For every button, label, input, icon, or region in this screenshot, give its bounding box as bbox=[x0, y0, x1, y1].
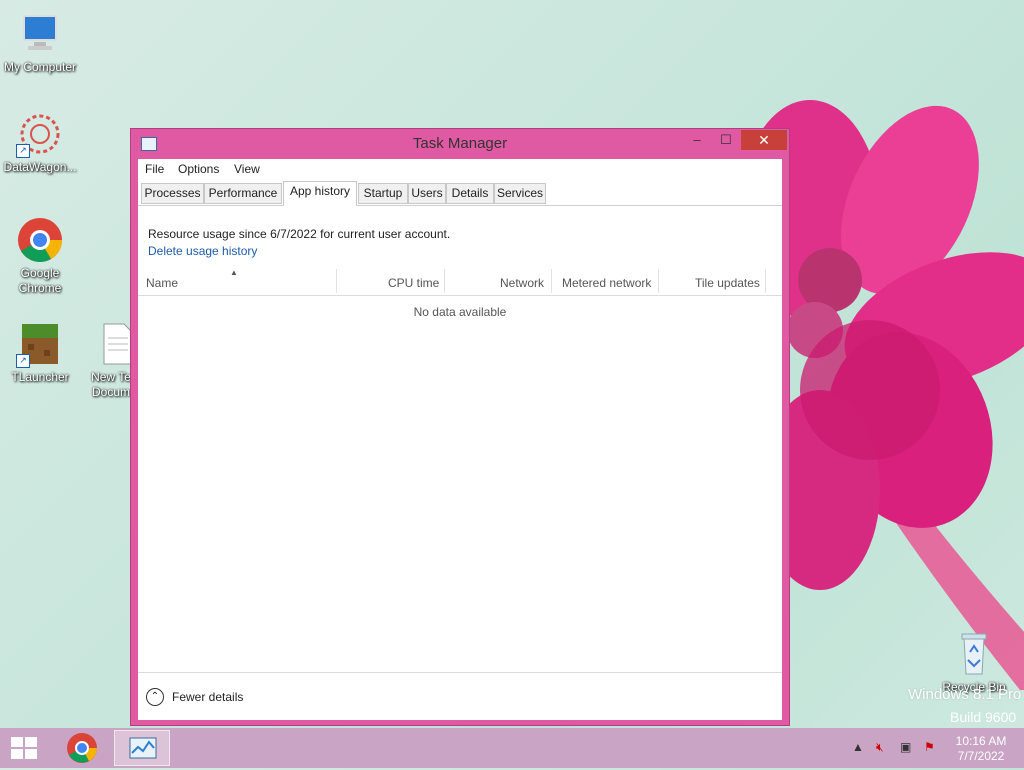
column-cpu-time[interactable]: CPU time bbox=[388, 276, 439, 290]
task-manager-icon bbox=[129, 737, 157, 759]
tab-performance[interactable]: Performance bbox=[204, 183, 282, 204]
delete-usage-history-link[interactable]: Delete usage history bbox=[148, 244, 257, 258]
desktop-icon-datawagon[interactable]: ↗ DataWagon... bbox=[0, 110, 80, 175]
recycle-bin-icon bbox=[950, 630, 998, 678]
menu-file[interactable]: File bbox=[145, 162, 164, 176]
menu-options[interactable]: Options bbox=[178, 162, 219, 176]
tab-processes[interactable]: Processes bbox=[141, 183, 204, 204]
chrome-icon bbox=[67, 733, 97, 763]
action-center-icon[interactable]: ⚑ bbox=[924, 740, 935, 754]
desktop-icon-label: Google Chrome bbox=[18, 266, 62, 295]
column-metered-network[interactable]: Metered network bbox=[562, 276, 651, 290]
volume-muted-icon[interactable]: 🔇︎ bbox=[876, 740, 884, 755]
tab-details[interactable]: Details bbox=[446, 183, 494, 204]
desktop-icon-label: My Computer bbox=[3, 60, 77, 74]
tab-services[interactable]: Services bbox=[494, 183, 546, 204]
tab-startup[interactable]: Startup bbox=[358, 183, 408, 204]
build-watermark: Build 9600 bbox=[950, 709, 1017, 725]
shortcut-arrow-icon: ↗ bbox=[16, 144, 30, 158]
clock-date: 7/7/2022 bbox=[957, 749, 1005, 763]
column-divider[interactable] bbox=[444, 269, 445, 293]
clock-time: 10:16 AM bbox=[955, 734, 1007, 748]
menu-bar: File Options View bbox=[138, 159, 782, 179]
taskbar: ▲ 🔇︎ ▣ ⚑ 10:16 AM 7/7/2022 bbox=[0, 728, 1024, 768]
datawagon-icon: ↗ bbox=[16, 110, 64, 158]
shortcut-arrow-icon: ↗ bbox=[16, 354, 30, 368]
taskbar-task-manager[interactable] bbox=[114, 730, 170, 766]
column-divider[interactable] bbox=[658, 269, 659, 293]
fewer-details-button[interactable]: Fewer details bbox=[172, 690, 243, 704]
desktop-icon-label: TLauncher bbox=[11, 370, 69, 384]
clock[interactable]: 10:16 AM 7/7/2022 bbox=[946, 734, 1016, 764]
show-hidden-icons[interactable]: ▲ bbox=[852, 740, 864, 754]
tab-app-history[interactable]: App history bbox=[283, 181, 357, 206]
title-bar[interactable]: Task Manager – ☐ ✕ bbox=[131, 129, 789, 159]
menu-view[interactable]: View bbox=[234, 162, 260, 176]
computer-icon bbox=[16, 10, 64, 58]
desktop-icon-google-chrome[interactable]: Google Chrome bbox=[0, 216, 80, 296]
network-icon[interactable]: ▣ bbox=[900, 740, 911, 754]
start-button[interactable] bbox=[11, 737, 39, 761]
tab-bar: Processes Performance App history Startu… bbox=[138, 181, 782, 206]
column-header-row: ▲ Name CPU time Network Metered network … bbox=[138, 267, 782, 296]
desktop-icon-label: DataWagon... bbox=[3, 160, 77, 174]
chevron-up-icon[interactable]: ⌃ bbox=[146, 688, 164, 706]
close-button[interactable]: ✕ bbox=[741, 130, 787, 150]
tlauncher-icon: ↗ bbox=[16, 320, 64, 368]
sort-ascending-icon: ▲ bbox=[230, 268, 238, 277]
taskbar-chrome[interactable] bbox=[54, 730, 110, 766]
maximize-button[interactable]: ☐ bbox=[713, 130, 739, 150]
column-tile-updates[interactable]: Tile updates bbox=[695, 276, 760, 290]
task-manager-window: Task Manager – ☐ ✕ File Options View Pro… bbox=[130, 128, 790, 726]
column-network[interactable]: Network bbox=[500, 276, 544, 290]
chrome-icon bbox=[16, 216, 64, 264]
column-divider[interactable] bbox=[765, 269, 766, 293]
windows-watermark: Windows 8.1 Pro bbox=[908, 686, 1022, 703]
column-name[interactable]: Name bbox=[146, 276, 178, 290]
column-divider[interactable] bbox=[336, 269, 337, 293]
footer-bar: ⌃ Fewer details bbox=[138, 672, 782, 721]
column-divider[interactable] bbox=[551, 269, 552, 293]
resource-usage-info: Resource usage since 6/7/2022 for curren… bbox=[148, 227, 451, 241]
empty-state-message: No data available bbox=[413, 305, 507, 319]
minimize-button[interactable]: – bbox=[684, 130, 710, 150]
windows-logo-icon bbox=[11, 737, 37, 759]
window-client-area: File Options View Processes Performance … bbox=[138, 159, 782, 720]
tab-users[interactable]: Users bbox=[408, 183, 446, 204]
desktop-icon-tlauncher[interactable]: ↗ TLauncher bbox=[0, 320, 80, 385]
desktop-icon-my-computer[interactable]: My Computer bbox=[0, 10, 80, 75]
